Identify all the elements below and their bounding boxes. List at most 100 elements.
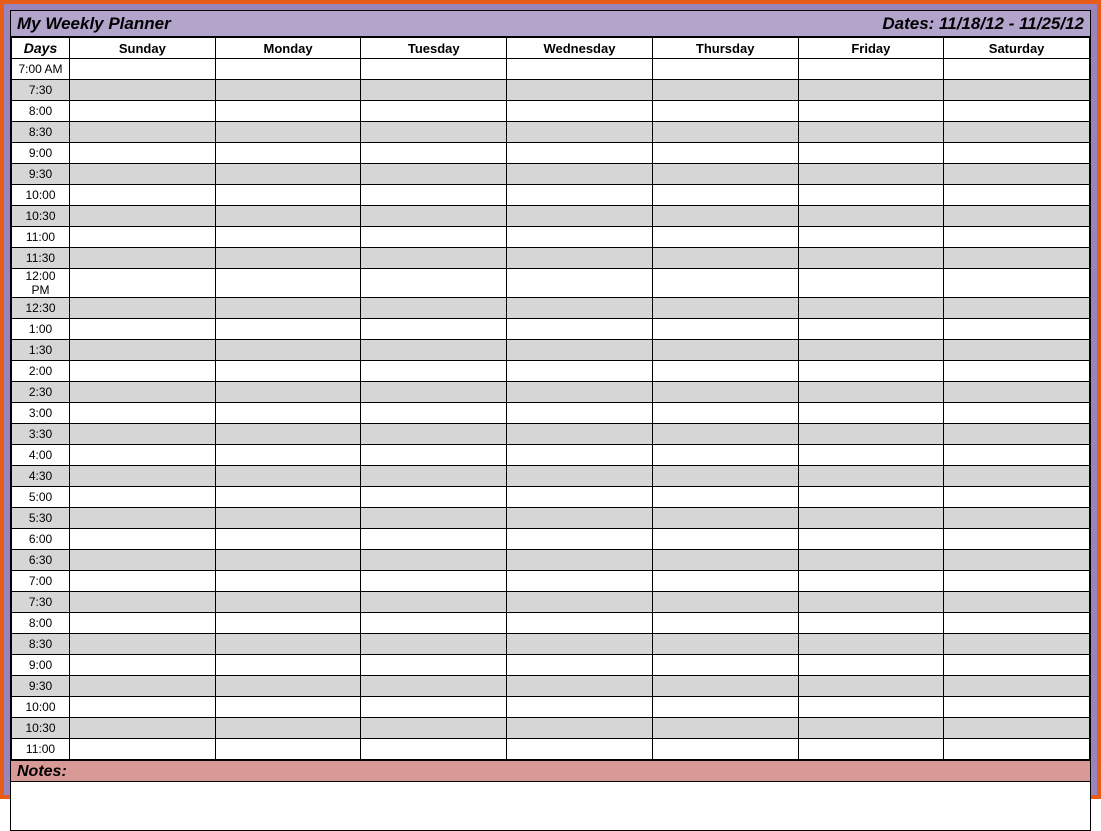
planner-cell[interactable] [798,80,944,101]
planner-cell[interactable] [944,592,1090,613]
planner-cell[interactable] [652,676,798,697]
planner-cell[interactable] [215,592,361,613]
planner-cell[interactable] [70,697,216,718]
planner-cell[interactable] [215,697,361,718]
planner-cell[interactable] [215,298,361,319]
planner-cell[interactable] [361,403,507,424]
planner-cell[interactable] [652,269,798,298]
planner-cell[interactable] [215,382,361,403]
planner-cell[interactable] [798,185,944,206]
planner-cell[interactable] [944,164,1090,185]
planner-cell[interactable] [361,634,507,655]
planner-cell[interactable] [70,298,216,319]
planner-cell[interactable] [361,361,507,382]
planner-cell[interactable] [70,101,216,122]
planner-cell[interactable] [361,571,507,592]
planner-cell[interactable] [507,697,653,718]
planner-cell[interactable] [215,739,361,760]
planner-cell[interactable] [70,655,216,676]
planner-cell[interactable] [70,445,216,466]
planner-cell[interactable] [798,655,944,676]
planner-cell[interactable] [798,571,944,592]
planner-cell[interactable] [361,529,507,550]
planner-cell[interactable] [944,550,1090,571]
planner-cell[interactable] [361,80,507,101]
planner-cell[interactable] [798,382,944,403]
planner-cell[interactable] [798,164,944,185]
planner-cell[interactable] [798,298,944,319]
planner-cell[interactable] [652,739,798,760]
planner-cell[interactable] [652,508,798,529]
planner-cell[interactable] [652,361,798,382]
planner-cell[interactable] [507,340,653,361]
planner-cell[interactable] [652,445,798,466]
planner-cell[interactable] [652,403,798,424]
planner-cell[interactable] [361,59,507,80]
planner-cell[interactable] [70,248,216,269]
planner-cell[interactable] [944,676,1090,697]
planner-cell[interactable] [652,571,798,592]
planner-cell[interactable] [944,227,1090,248]
planner-cell[interactable] [70,319,216,340]
planner-cell[interactable] [361,269,507,298]
planner-cell[interactable] [361,319,507,340]
planner-cell[interactable] [361,206,507,227]
planner-cell[interactable] [652,59,798,80]
planner-cell[interactable] [70,185,216,206]
planner-cell[interactable] [652,634,798,655]
planner-cell[interactable] [70,550,216,571]
planner-cell[interactable] [507,101,653,122]
planner-cell[interactable] [798,227,944,248]
planner-cell[interactable] [652,122,798,143]
planner-cell[interactable] [507,487,653,508]
planner-cell[interactable] [507,550,653,571]
planner-cell[interactable] [361,143,507,164]
planner-cell[interactable] [215,185,361,206]
planner-cell[interactable] [944,80,1090,101]
planner-cell[interactable] [944,298,1090,319]
planner-cell[interactable] [507,164,653,185]
planner-cell[interactable] [507,739,653,760]
planner-cell[interactable] [507,634,653,655]
planner-cell[interactable] [944,269,1090,298]
planner-cell[interactable] [507,445,653,466]
planner-cell[interactable] [652,164,798,185]
planner-cell[interactable] [215,676,361,697]
planner-cell[interactable] [944,59,1090,80]
planner-cell[interactable] [215,634,361,655]
planner-cell[interactable] [798,613,944,634]
planner-cell[interactable] [215,424,361,445]
planner-cell[interactable] [652,101,798,122]
planner-cell[interactable] [70,164,216,185]
planner-cell[interactable] [944,739,1090,760]
planner-cell[interactable] [798,206,944,227]
planner-cell[interactable] [652,550,798,571]
planner-cell[interactable] [70,613,216,634]
planner-cell[interactable] [652,143,798,164]
planner-cell[interactable] [507,122,653,143]
planner-cell[interactable] [215,101,361,122]
planner-cell[interactable] [652,185,798,206]
planner-cell[interactable] [361,466,507,487]
planner-cell[interactable] [215,445,361,466]
planner-cell[interactable] [215,340,361,361]
planner-cell[interactable] [70,487,216,508]
planner-cell[interactable] [507,143,653,164]
planner-cell[interactable] [70,424,216,445]
planner-cell[interactable] [944,718,1090,739]
planner-cell[interactable] [944,487,1090,508]
planner-cell[interactable] [652,424,798,445]
planner-cell[interactable] [798,718,944,739]
planner-cell[interactable] [507,571,653,592]
planner-cell[interactable] [361,164,507,185]
planner-cell[interactable] [507,80,653,101]
planner-cell[interactable] [944,466,1090,487]
planner-cell[interactable] [215,550,361,571]
planner-cell[interactable] [70,382,216,403]
planner-cell[interactable] [215,227,361,248]
planner-cell[interactable] [798,403,944,424]
planner-cell[interactable] [798,739,944,760]
planner-cell[interactable] [944,613,1090,634]
planner-cell[interactable] [361,739,507,760]
planner-cell[interactable] [215,718,361,739]
